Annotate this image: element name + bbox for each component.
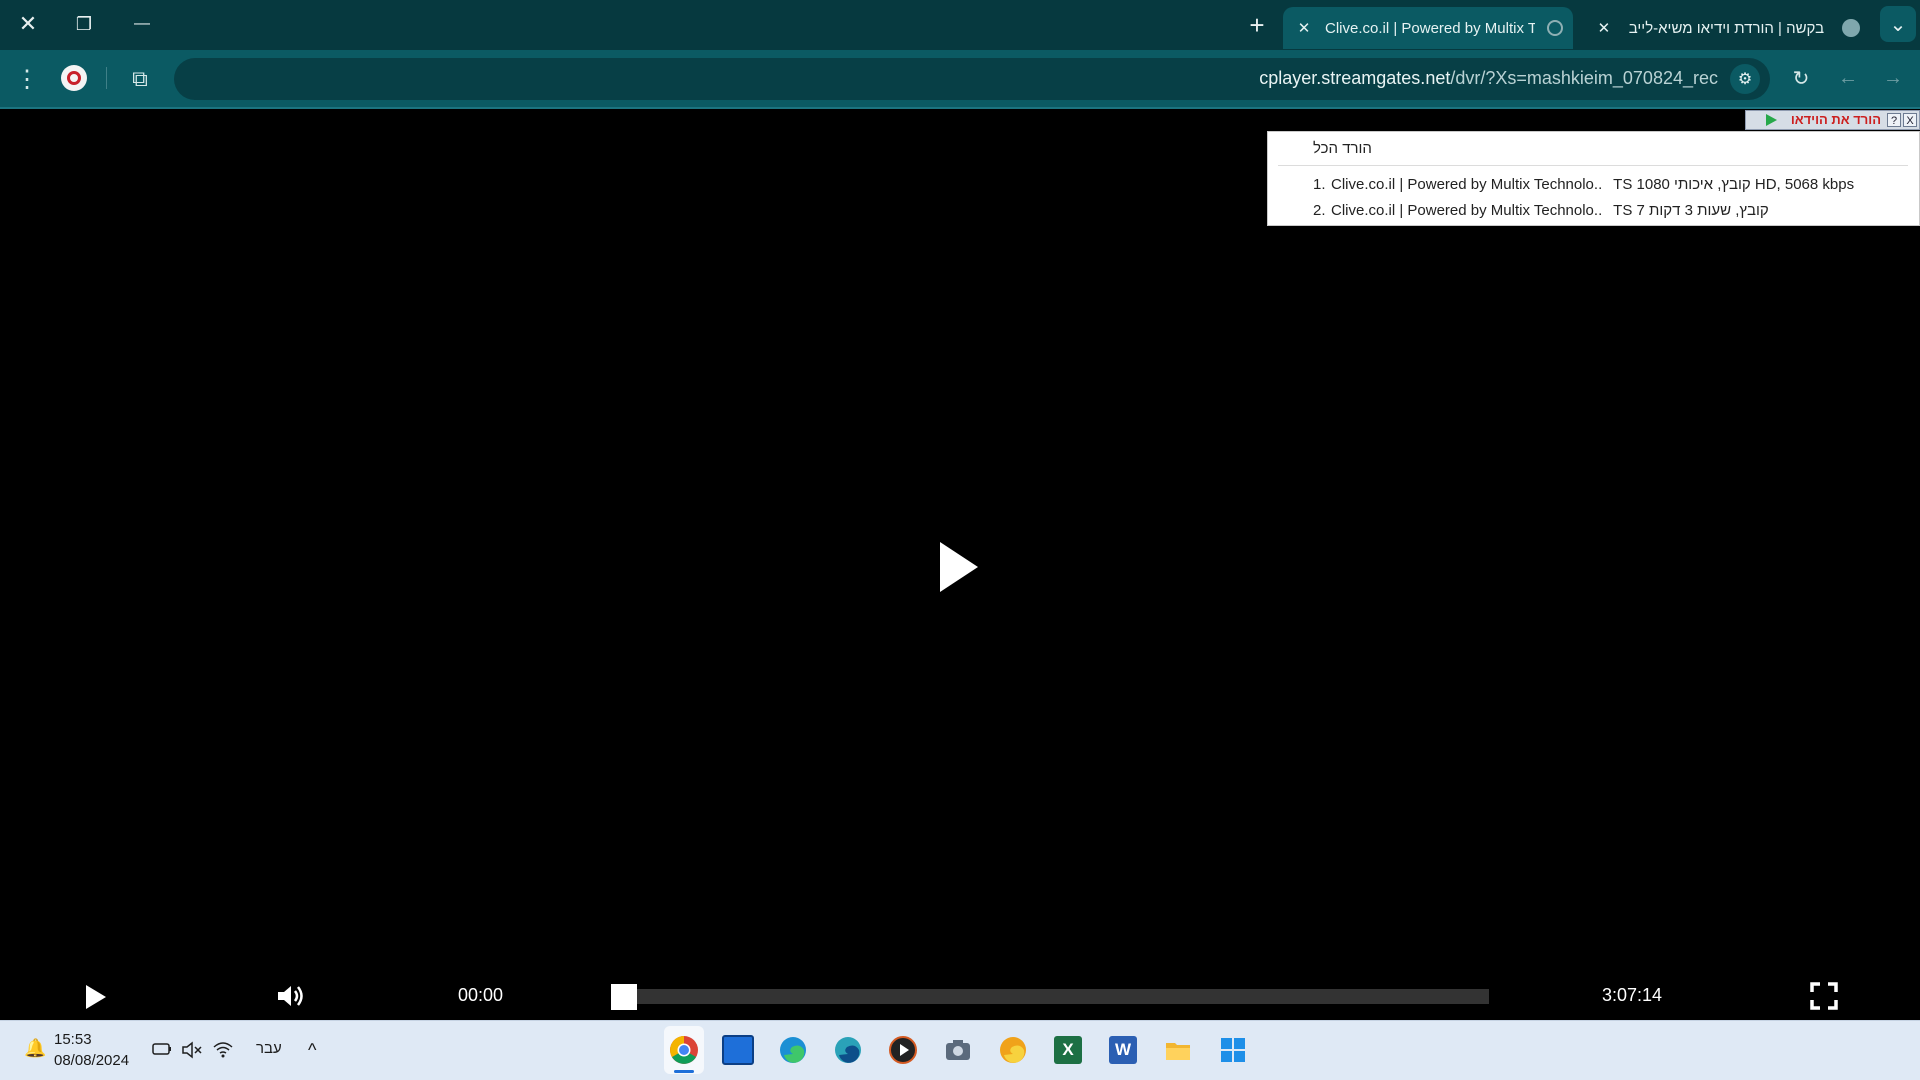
tab-search-icon[interactable]: ⌄	[1880, 6, 1916, 42]
speaker-muted-icon[interactable]	[181, 1041, 203, 1059]
store-icon[interactable]	[718, 1030, 758, 1070]
back-icon[interactable]: ←	[1830, 60, 1866, 96]
media-player-icon[interactable]	[883, 1030, 923, 1070]
globe-icon	[1547, 20, 1563, 36]
wifi-icon[interactable]	[212, 1041, 234, 1059]
address-bar[interactable]: cplayer.streamgates.net/dvr/?Xs=mashkiei…	[174, 58, 1770, 100]
clock-date[interactable]: 08/08/2024	[54, 1052, 129, 1069]
tab-active[interactable]: ✕ Clive.co.il | Powered by Multix T	[1283, 7, 1573, 49]
tab-other[interactable]: ✕ בקשה | הורדת וידיאו משיא-לייב	[1585, 7, 1860, 49]
camera-icon[interactable]	[938, 1030, 978, 1070]
file-explorer-icon[interactable]	[1158, 1030, 1198, 1070]
active-app-indicator	[674, 1070, 694, 1073]
input-language[interactable]: עבר	[256, 1040, 282, 1057]
volume-icon[interactable]	[274, 980, 306, 1012]
battery-icon[interactable]	[150, 1041, 172, 1057]
fullscreen-icon[interactable]	[1810, 982, 1838, 1010]
word-icon[interactable]: W	[1103, 1030, 1143, 1070]
site-settings-icon[interactable]: ⚙	[1730, 64, 1760, 94]
edge-canary-icon[interactable]	[993, 1030, 1033, 1070]
windows-start-icon[interactable]	[1213, 1030, 1253, 1070]
center-play-icon[interactable]	[940, 542, 978, 592]
edge-dev-icon[interactable]	[828, 1030, 868, 1070]
show-hidden-icons-icon[interactable]: ^	[308, 1040, 316, 1061]
excel-icon[interactable]: X	[1048, 1030, 1088, 1070]
tab-title: Clive.co.il | Powered by Multix T	[1325, 19, 1535, 37]
tab-strip: ✕ ❐ — + ✕ Clive.co.il | Powered by Multi…	[0, 0, 1920, 50]
restore-window-icon[interactable]: ❐	[64, 4, 104, 44]
seek-handle[interactable]	[611, 984, 637, 1010]
tab-close-icon[interactable]: ✕	[1593, 19, 1615, 37]
url-path: /dvr/?Xs=mashkieim_070824_rec	[1450, 68, 1718, 88]
reload-icon[interactable]: ↻	[1783, 60, 1819, 96]
current-time: 00:00	[458, 985, 504, 1005]
clock-time[interactable]: 15:53	[54, 1031, 92, 1048]
record-extension-icon[interactable]	[61, 65, 87, 91]
new-tab-icon[interactable]: +	[1237, 5, 1277, 45]
browser-menu-icon[interactable]: ⋮	[9, 61, 45, 97]
tab-title: בקשה | הורדת וידיאו משיא-לייב	[1628, 19, 1825, 37]
tab-close-icon[interactable]: ✕	[1293, 19, 1315, 37]
notification-bell-icon[interactable]: 🔔	[24, 1038, 46, 1059]
toolbar-divider	[106, 67, 107, 89]
close-window-icon[interactable]: ✕	[8, 4, 48, 44]
minimize-window-icon[interactable]: —	[122, 4, 162, 44]
seek-bar[interactable]	[611, 989, 1489, 1004]
edge-icon[interactable]	[773, 1030, 813, 1070]
duration: 3:07:14	[1602, 985, 1663, 1005]
play-button-icon[interactable]	[86, 985, 106, 1009]
extensions-icon[interactable]: ⧉	[122, 61, 158, 97]
forward-icon[interactable]: →	[1875, 60, 1911, 96]
url-host: cplayer.streamgates.net	[1259, 68, 1451, 88]
chrome-icon[interactable]	[664, 1030, 704, 1070]
url-text[interactable]: cplayer.streamgates.net/dvr/?Xs=mashkiei…	[1259, 68, 1718, 89]
site-favicon-icon	[1842, 19, 1860, 37]
